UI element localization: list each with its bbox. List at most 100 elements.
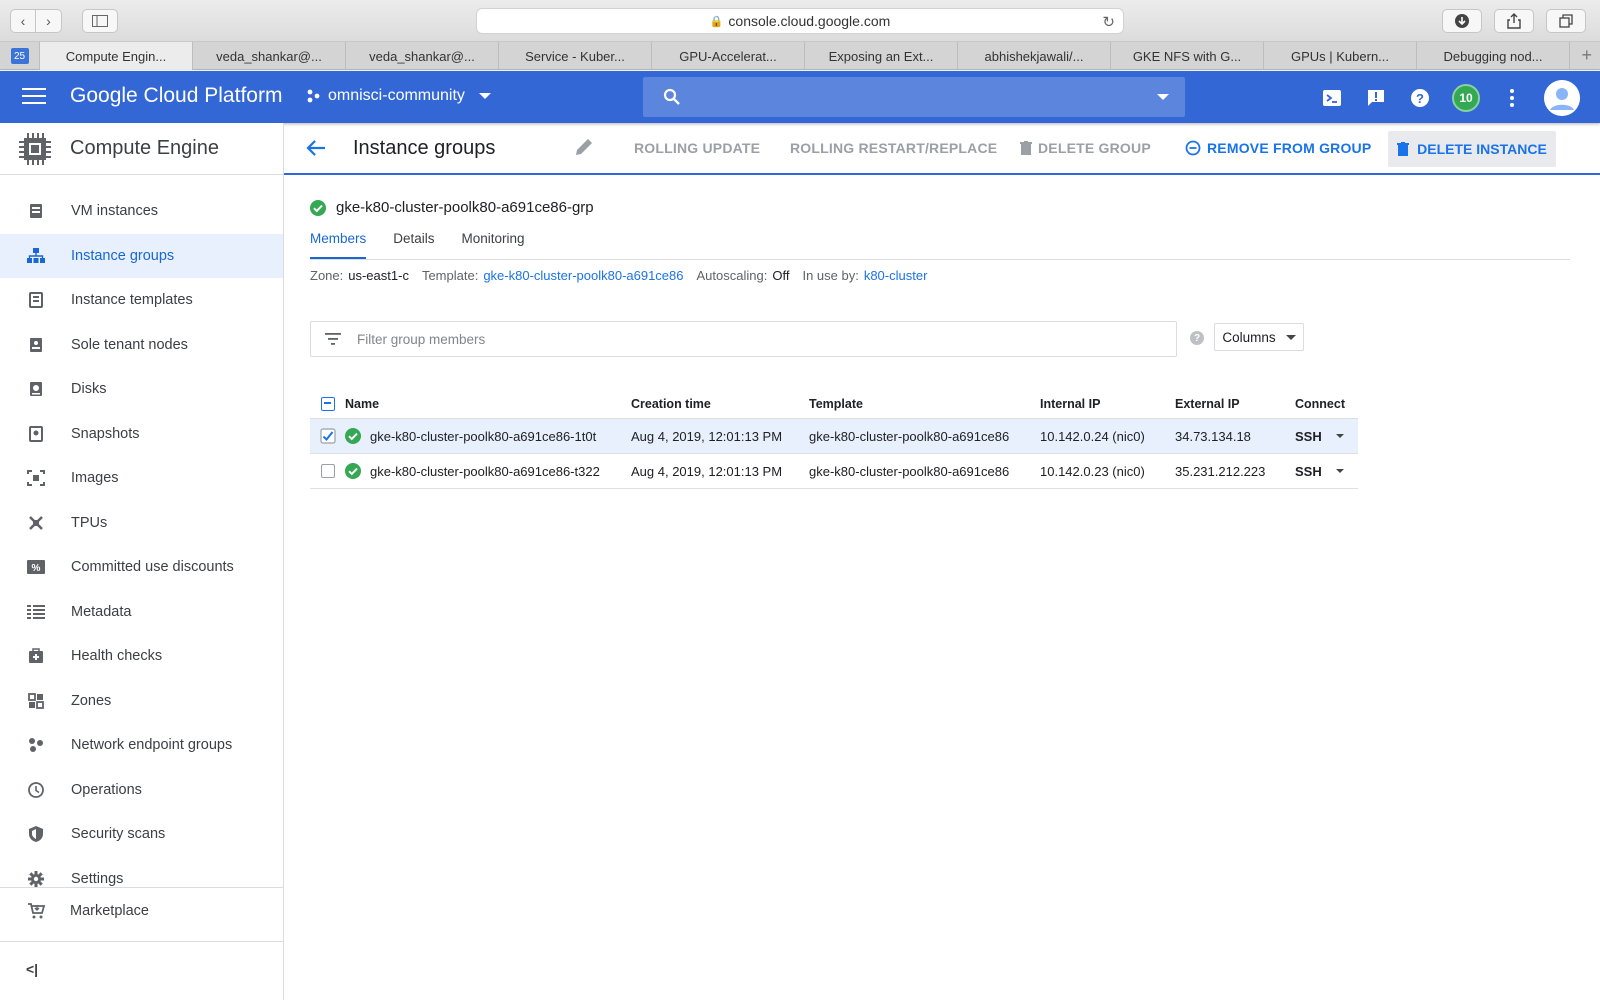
brand-title[interactable]: Google Cloud Platform — [70, 84, 282, 108]
sidebar-item-label: Sole tenant nodes — [71, 336, 188, 353]
browser-tab[interactable]: veda_shankar@... — [346, 42, 499, 70]
tab-members[interactable]: Members — [310, 228, 367, 259]
browser-tab[interactable]: Compute Engin... — [40, 42, 193, 70]
search-dropdown-icon[interactable] — [1157, 94, 1169, 100]
table-row[interactable]: gke-k80-cluster-poolk80-a691ce86-t322 Au… — [310, 454, 1358, 489]
notifications-badge[interactable]: 10 — [1452, 84, 1480, 112]
sidebar-item-tpus[interactable]: TPUs — [0, 501, 283, 546]
instance-templates-icon — [26, 290, 46, 310]
sidebar-item-metadata[interactable]: Metadata — [0, 590, 283, 635]
sidebar-item-label: VM instances — [71, 203, 159, 220]
col-external-ip[interactable]: External IP — [1175, 397, 1295, 411]
sidebar-item-instance-groups[interactable]: Instance groups — [0, 233, 283, 278]
sidebar-item-label: Operations — [71, 781, 142, 798]
check-circle-icon — [345, 428, 361, 444]
ssh-label: SSH — [1295, 428, 1322, 444]
instance-name[interactable]: gke-k80-cluster-poolk80-a691ce86-1t0t — [370, 429, 596, 444]
metadata-icon — [26, 602, 46, 622]
browser-tab[interactable]: Debugging nod... — [1417, 42, 1570, 70]
pinned-tab[interactable]: 25 — [0, 42, 40, 70]
col-name[interactable]: Name — [345, 397, 631, 411]
col-connect[interactable]: Connect — [1295, 397, 1358, 411]
rolling-restart-button[interactable]: ROLLING RESTART/REPLACE — [790, 140, 997, 156]
chevron-down-icon[interactable] — [1336, 434, 1344, 438]
address-bar[interactable]: 🔒 console.cloud.google.com ↻ — [476, 8, 1124, 34]
help-icon[interactable]: ? — [1190, 331, 1204, 345]
edit-icon[interactable] — [574, 137, 594, 157]
browser-tab[interactable]: veda_shankar@... — [193, 42, 346, 70]
lock-icon: 🔒 — [709, 15, 724, 28]
instance-name[interactable]: gke-k80-cluster-poolk80-a691ce86-t322 — [370, 464, 600, 479]
sidebar-item-network-endpoint-groups[interactable]: Network endpoint groups — [0, 723, 283, 768]
browser-tab[interactable]: Service - Kuber... — [499, 42, 652, 70]
help-icon[interactable]: ? — [1408, 86, 1432, 110]
group-name: gke-k80-cluster-poolk80-a691ce86-grp — [336, 199, 594, 216]
tab-details[interactable]: Details — [393, 228, 434, 259]
download-icon[interactable] — [1442, 9, 1482, 33]
sidebar-item-operations[interactable]: Operations — [0, 768, 283, 813]
sidebar-item-committed-use-discounts[interactable]: % Committed use discounts — [0, 545, 283, 590]
sidebar-item-marketplace[interactable]: Marketplace — [0, 889, 284, 933]
col-template[interactable]: Template — [809, 397, 1040, 411]
delete-group-button[interactable]: DELETE GROUP — [1020, 140, 1151, 156]
browser-tab[interactable]: abhishekjawali/... — [958, 42, 1111, 70]
columns-label: Columns — [1222, 329, 1276, 345]
col-internal-ip[interactable]: Internal IP — [1040, 397, 1175, 411]
sidebar-item-vm-instances[interactable]: VM instances — [0, 189, 283, 234]
collapse-nav-icon[interactable]: <| — [26, 961, 38, 977]
svg-text:?: ? — [1416, 91, 1424, 106]
browser-tab[interactable]: GPU-Accelerat... — [652, 42, 805, 70]
cloud-shell-icon[interactable] — [1320, 86, 1344, 110]
sidebar-item-snapshots[interactable]: Snapshots — [0, 412, 283, 457]
chevron-down-icon[interactable] — [1336, 469, 1344, 473]
sidebar-item-security-scans[interactable]: Security scans — [0, 812, 283, 857]
check-circle-icon — [345, 463, 361, 479]
menu-icon[interactable] — [22, 86, 46, 106]
health-check-icon — [26, 646, 46, 666]
sidebar-item-images[interactable]: Images — [0, 456, 283, 501]
ssh-button[interactable]: SSH — [1295, 429, 1358, 444]
share-icon[interactable] — [1494, 9, 1534, 33]
remove-from-group-button[interactable]: REMOVE FROM GROUP — [1185, 140, 1371, 156]
col-creation-time[interactable]: Creation time — [631, 397, 809, 411]
reload-icon[interactable]: ↻ — [1102, 13, 1115, 31]
feedback-icon[interactable] — [1364, 86, 1388, 110]
back-arrow-icon[interactable] — [306, 139, 326, 157]
sidebar-toggle-icon[interactable] — [82, 9, 118, 33]
instance-groups-icon — [26, 246, 46, 266]
group-tabs: Members Details Monitoring — [310, 228, 1570, 260]
tabs-overview-icon[interactable] — [1546, 9, 1586, 33]
browser-tab[interactable]: GPUs | Kubern... — [1264, 42, 1417, 70]
select-all-checkbox[interactable] — [320, 396, 335, 411]
external-ip-cell: 34.73.134.18 — [1175, 428, 1251, 444]
filter-input[interactable] — [357, 331, 1137, 347]
columns-button[interactable]: Columns — [1214, 323, 1304, 351]
ssh-button[interactable]: SSH — [1295, 464, 1358, 479]
rolling-update-button[interactable]: ROLLING UPDATE — [634, 140, 760, 156]
browser-tab[interactable]: Exposing an Ext... — [805, 42, 958, 70]
sidebar-item-label: Health checks — [71, 648, 163, 665]
sidebar-item-health-checks[interactable]: Health checks — [0, 634, 283, 679]
row-checkbox-checked[interactable] — [319, 428, 336, 444]
in-use-link[interactable]: k80-cluster — [864, 268, 928, 283]
tab-monitoring[interactable]: Monitoring — [462, 228, 525, 259]
sidebar-item-disks[interactable]: Disks — [0, 367, 283, 412]
browser-tab[interactable]: GKE NFS with G... — [1111, 42, 1264, 70]
new-tab-icon[interactable]: + — [1570, 42, 1600, 69]
search-input[interactable] — [643, 77, 1185, 117]
sidebar-item-sole-tenant-nodes[interactable]: Sole tenant nodes — [0, 323, 283, 368]
sidebar-item-label: Security scans — [71, 826, 166, 843]
delete-instance-button[interactable]: DELETE INSTANCE — [1388, 131, 1556, 167]
avatar[interactable] — [1544, 80, 1580, 116]
more-vert-icon[interactable] — [1500, 86, 1524, 110]
project-selector[interactable]: omnisci-community — [306, 87, 491, 105]
template-link[interactable]: gke-k80-cluster-poolk80-a691ce86 — [483, 268, 683, 283]
sidebar-item-instance-templates[interactable]: Instance templates — [0, 278, 283, 323]
sidebar-item-zones[interactable]: Zones — [0, 679, 283, 724]
back-icon[interactable]: ‹ — [10, 9, 36, 33]
forward-icon[interactable]: › — [36, 9, 62, 33]
page-toolbar: Instance groups ROLLING UPDATE ROLLING R… — [284, 123, 1600, 175]
table-row[interactable]: gke-k80-cluster-poolk80-a691ce86-1t0t Au… — [310, 419, 1358, 454]
row-checkbox[interactable] — [320, 464, 335, 478]
image-icon — [26, 468, 46, 488]
